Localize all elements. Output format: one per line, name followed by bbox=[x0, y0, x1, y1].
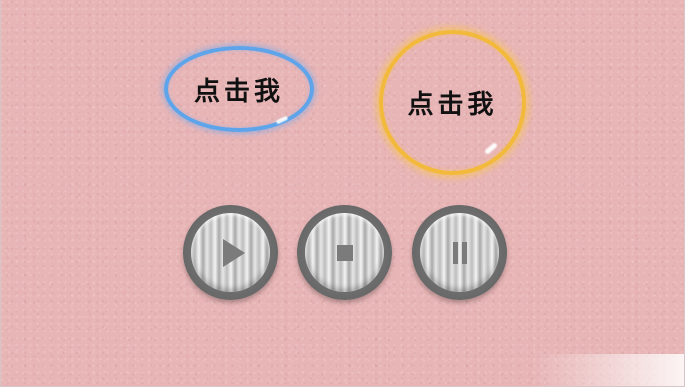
oval-button-label: 点击我 bbox=[193, 76, 284, 107]
stop-icon bbox=[336, 244, 353, 261]
stop-button[interactable] bbox=[297, 205, 392, 300]
click-me-oval-button[interactable]: 点击我 bbox=[164, 46, 314, 132]
play-icon bbox=[222, 238, 245, 267]
pause-button[interactable] bbox=[412, 205, 507, 300]
slide-canvas: 点击我 点击我 bbox=[0, 0, 685, 387]
play-button-face bbox=[191, 213, 270, 292]
corner-fade-overlay bbox=[534, 354, 684, 386]
circle-button-label: 点击我 bbox=[407, 90, 498, 120]
pause-icon bbox=[452, 241, 467, 264]
play-button[interactable] bbox=[183, 205, 278, 300]
pause-button-face bbox=[420, 213, 499, 292]
click-me-circle-button[interactable]: 点击我 bbox=[379, 30, 526, 175]
stop-button-face bbox=[305, 213, 384, 292]
